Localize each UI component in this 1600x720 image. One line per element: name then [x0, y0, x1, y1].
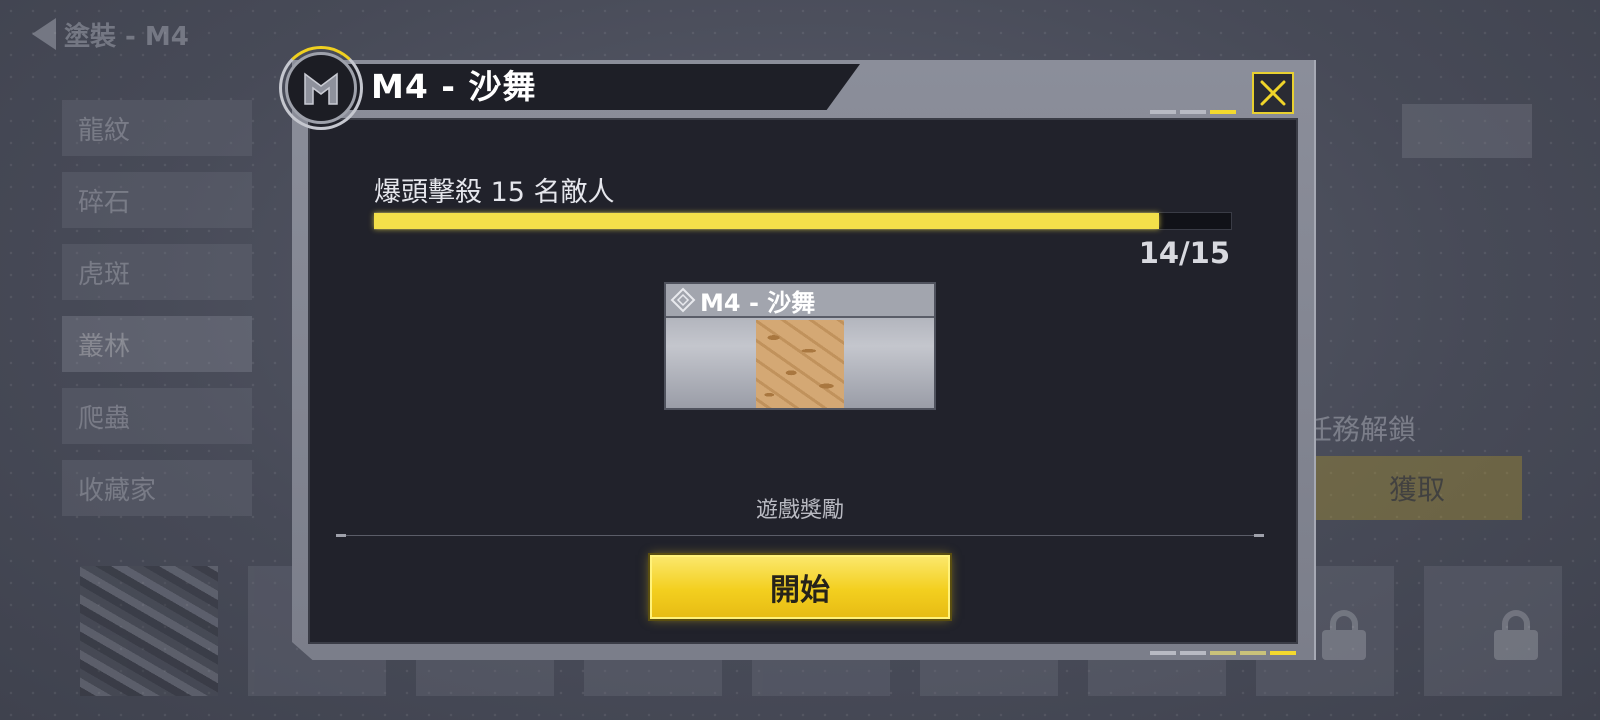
progress-count: 14/15: [1138, 236, 1230, 270]
get-button: 獲取: [1312, 456, 1522, 520]
page-dot-active: [1270, 651, 1296, 655]
reward-caption: 遊戲獎勵: [755, 498, 844, 523]
background-panel: [1402, 104, 1532, 158]
close-button[interactable]: [1252, 72, 1294, 114]
category-item-selected: 叢林: [62, 316, 252, 372]
page-dot: [1150, 110, 1176, 114]
reward-card[interactable]: M4 - 沙舞: [664, 282, 936, 410]
reward-card-header: M4 - 沙舞: [666, 284, 934, 318]
page-dot-active: [1210, 110, 1236, 114]
page-indicator-bottom: [1150, 651, 1296, 655]
page-dot: [1240, 651, 1266, 655]
start-button[interactable]: 開始: [650, 555, 950, 619]
modal-title: M4 - 沙舞: [371, 67, 537, 106]
divider: [336, 534, 1264, 537]
close-x-icon: [1260, 80, 1286, 106]
reward-name: M4 - 沙舞: [700, 288, 816, 317]
task-description: 爆頭擊殺 15 名敵人: [374, 177, 615, 208]
page-dot: [1180, 110, 1206, 114]
back-arrow-icon: [32, 18, 56, 50]
category-item: 爬蟲: [62, 388, 252, 444]
category-item: 龍紋: [62, 100, 252, 156]
page-dot: [1210, 651, 1236, 655]
back-button: 塗裝 - M4: [32, 14, 189, 54]
category-item: 虎斑: [62, 244, 252, 300]
progress-fill: [374, 213, 1159, 229]
camo-thumbnail: [1424, 566, 1562, 696]
page-dot: [1180, 651, 1206, 655]
category-item: 碎石: [62, 172, 252, 228]
game-screen: 塗裝 - M4 龍紋 碎石 虎斑 叢林 爬蟲 收藏家 任務解鎖 獲取 M4 - …: [0, 0, 1600, 720]
lock-icon: [1494, 610, 1538, 660]
category-item: 收藏家: [62, 460, 252, 516]
page-dot: [1150, 651, 1176, 655]
page-indicator-top: [1150, 110, 1236, 114]
lock-icon: [1322, 610, 1366, 660]
faction-m-emblem-icon: [285, 52, 357, 124]
back-title: 塗裝 - M4: [64, 21, 189, 52]
camo-thumbnail: [80, 566, 218, 696]
desert-sand-camo-swatch: [756, 320, 844, 408]
unlock-label: 任務解鎖: [1304, 413, 1417, 446]
diamond-rarity-icon: [670, 287, 696, 313]
